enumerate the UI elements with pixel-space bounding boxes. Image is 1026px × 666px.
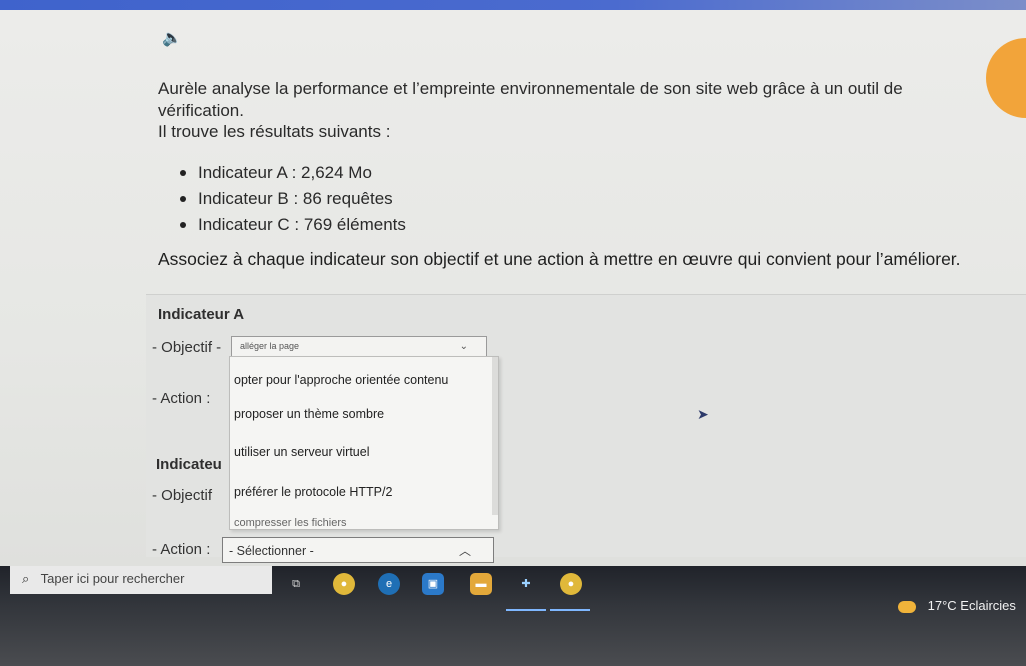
dropdown-option[interactable]: proposer un thème sombre xyxy=(234,407,384,421)
indicator-a-title: Indicateur A xyxy=(158,306,245,323)
chevron-up-icon: ︿ xyxy=(458,544,471,558)
indicator-b-title: Indicateu xyxy=(156,456,222,473)
search-icon: ⌕ xyxy=(22,571,30,586)
chrome-icon[interactable]: ● xyxy=(333,573,355,595)
task-view-icon[interactable]: ⧉ xyxy=(285,573,307,595)
taskbar-search-placeholder: Taper ici pour rechercher xyxy=(40,571,185,586)
store-icon[interactable]: ▣ xyxy=(422,573,444,595)
objectif-select-a[interactable]: alléger la page ⌄ xyxy=(231,336,487,356)
objectif-select-a-value: alléger la page xyxy=(240,341,300,351)
weather-widget[interactable]: 17°C Eclaircies xyxy=(898,598,1016,613)
result-item: Indicateur B : 86 requêtes xyxy=(180,186,406,212)
dropdown-option[interactable]: compresser les fichiers xyxy=(234,517,346,529)
app-icon[interactable]: ✚ xyxy=(515,573,537,595)
dropdown-option[interactable]: utiliser un serveur virtuel xyxy=(234,445,369,459)
active-app-indicator xyxy=(506,609,546,611)
dropdown-option[interactable]: opter pour l'approche orientée contenu xyxy=(234,373,448,387)
action-label-a: - Action : xyxy=(152,390,211,407)
folder-icon[interactable]: ▬ xyxy=(470,573,492,595)
intro-text: Aurèle analyse la performance et l’empre… xyxy=(158,79,903,120)
active-app-indicator xyxy=(550,609,590,611)
chevron-down-icon: ⌄ xyxy=(459,341,468,352)
weather-text: 17°C Eclaircies xyxy=(927,598,1016,613)
weather-sun-cloud-icon xyxy=(898,600,916,613)
action-select-b-value: - Sélectionner - xyxy=(229,544,314,558)
result-item: Indicateur A : 2,624 Mo xyxy=(180,160,406,186)
question-text: Associez à chaque indicateur son objecti… xyxy=(158,249,961,269)
objectif-label-a: - Objectif - xyxy=(152,339,222,356)
speaker-icon[interactable]: 🔈 xyxy=(162,28,182,48)
chrome-icon-2[interactable]: ● xyxy=(560,573,582,595)
action-label-b: - Action : xyxy=(152,541,211,558)
result-item: Indicateur C : 769 éléments xyxy=(180,212,406,238)
results-intro: Il trouve les résultats suivants : xyxy=(158,122,391,141)
results-list: Indicateur A : 2,624 Mo Indicateur B : 8… xyxy=(180,160,406,238)
action-select-b[interactable]: - Sélectionner - ︿ xyxy=(222,537,494,563)
mouse-cursor-icon: ➤ xyxy=(697,406,709,422)
edge-icon[interactable]: e xyxy=(378,573,400,595)
objectif-dropdown-list: opter pour l'approche orientée contenu p… xyxy=(229,356,499,530)
accent-circle-decoration xyxy=(986,38,1026,118)
objectif-label-b: - Objectif xyxy=(152,487,213,504)
dropdown-scrollbar[interactable] xyxy=(492,357,498,515)
taskbar-search[interactable]: ⌕ Taper ici pour rechercher xyxy=(10,566,272,594)
dropdown-option[interactable]: préférer le protocole HTTP/2 xyxy=(234,485,392,499)
